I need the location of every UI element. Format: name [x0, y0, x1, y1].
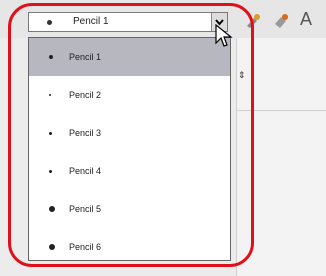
highlight-ring	[8, 3, 254, 267]
eraser-tool-icon[interactable]	[272, 12, 290, 30]
text-tool-icon[interactable]: A	[300, 9, 312, 30]
